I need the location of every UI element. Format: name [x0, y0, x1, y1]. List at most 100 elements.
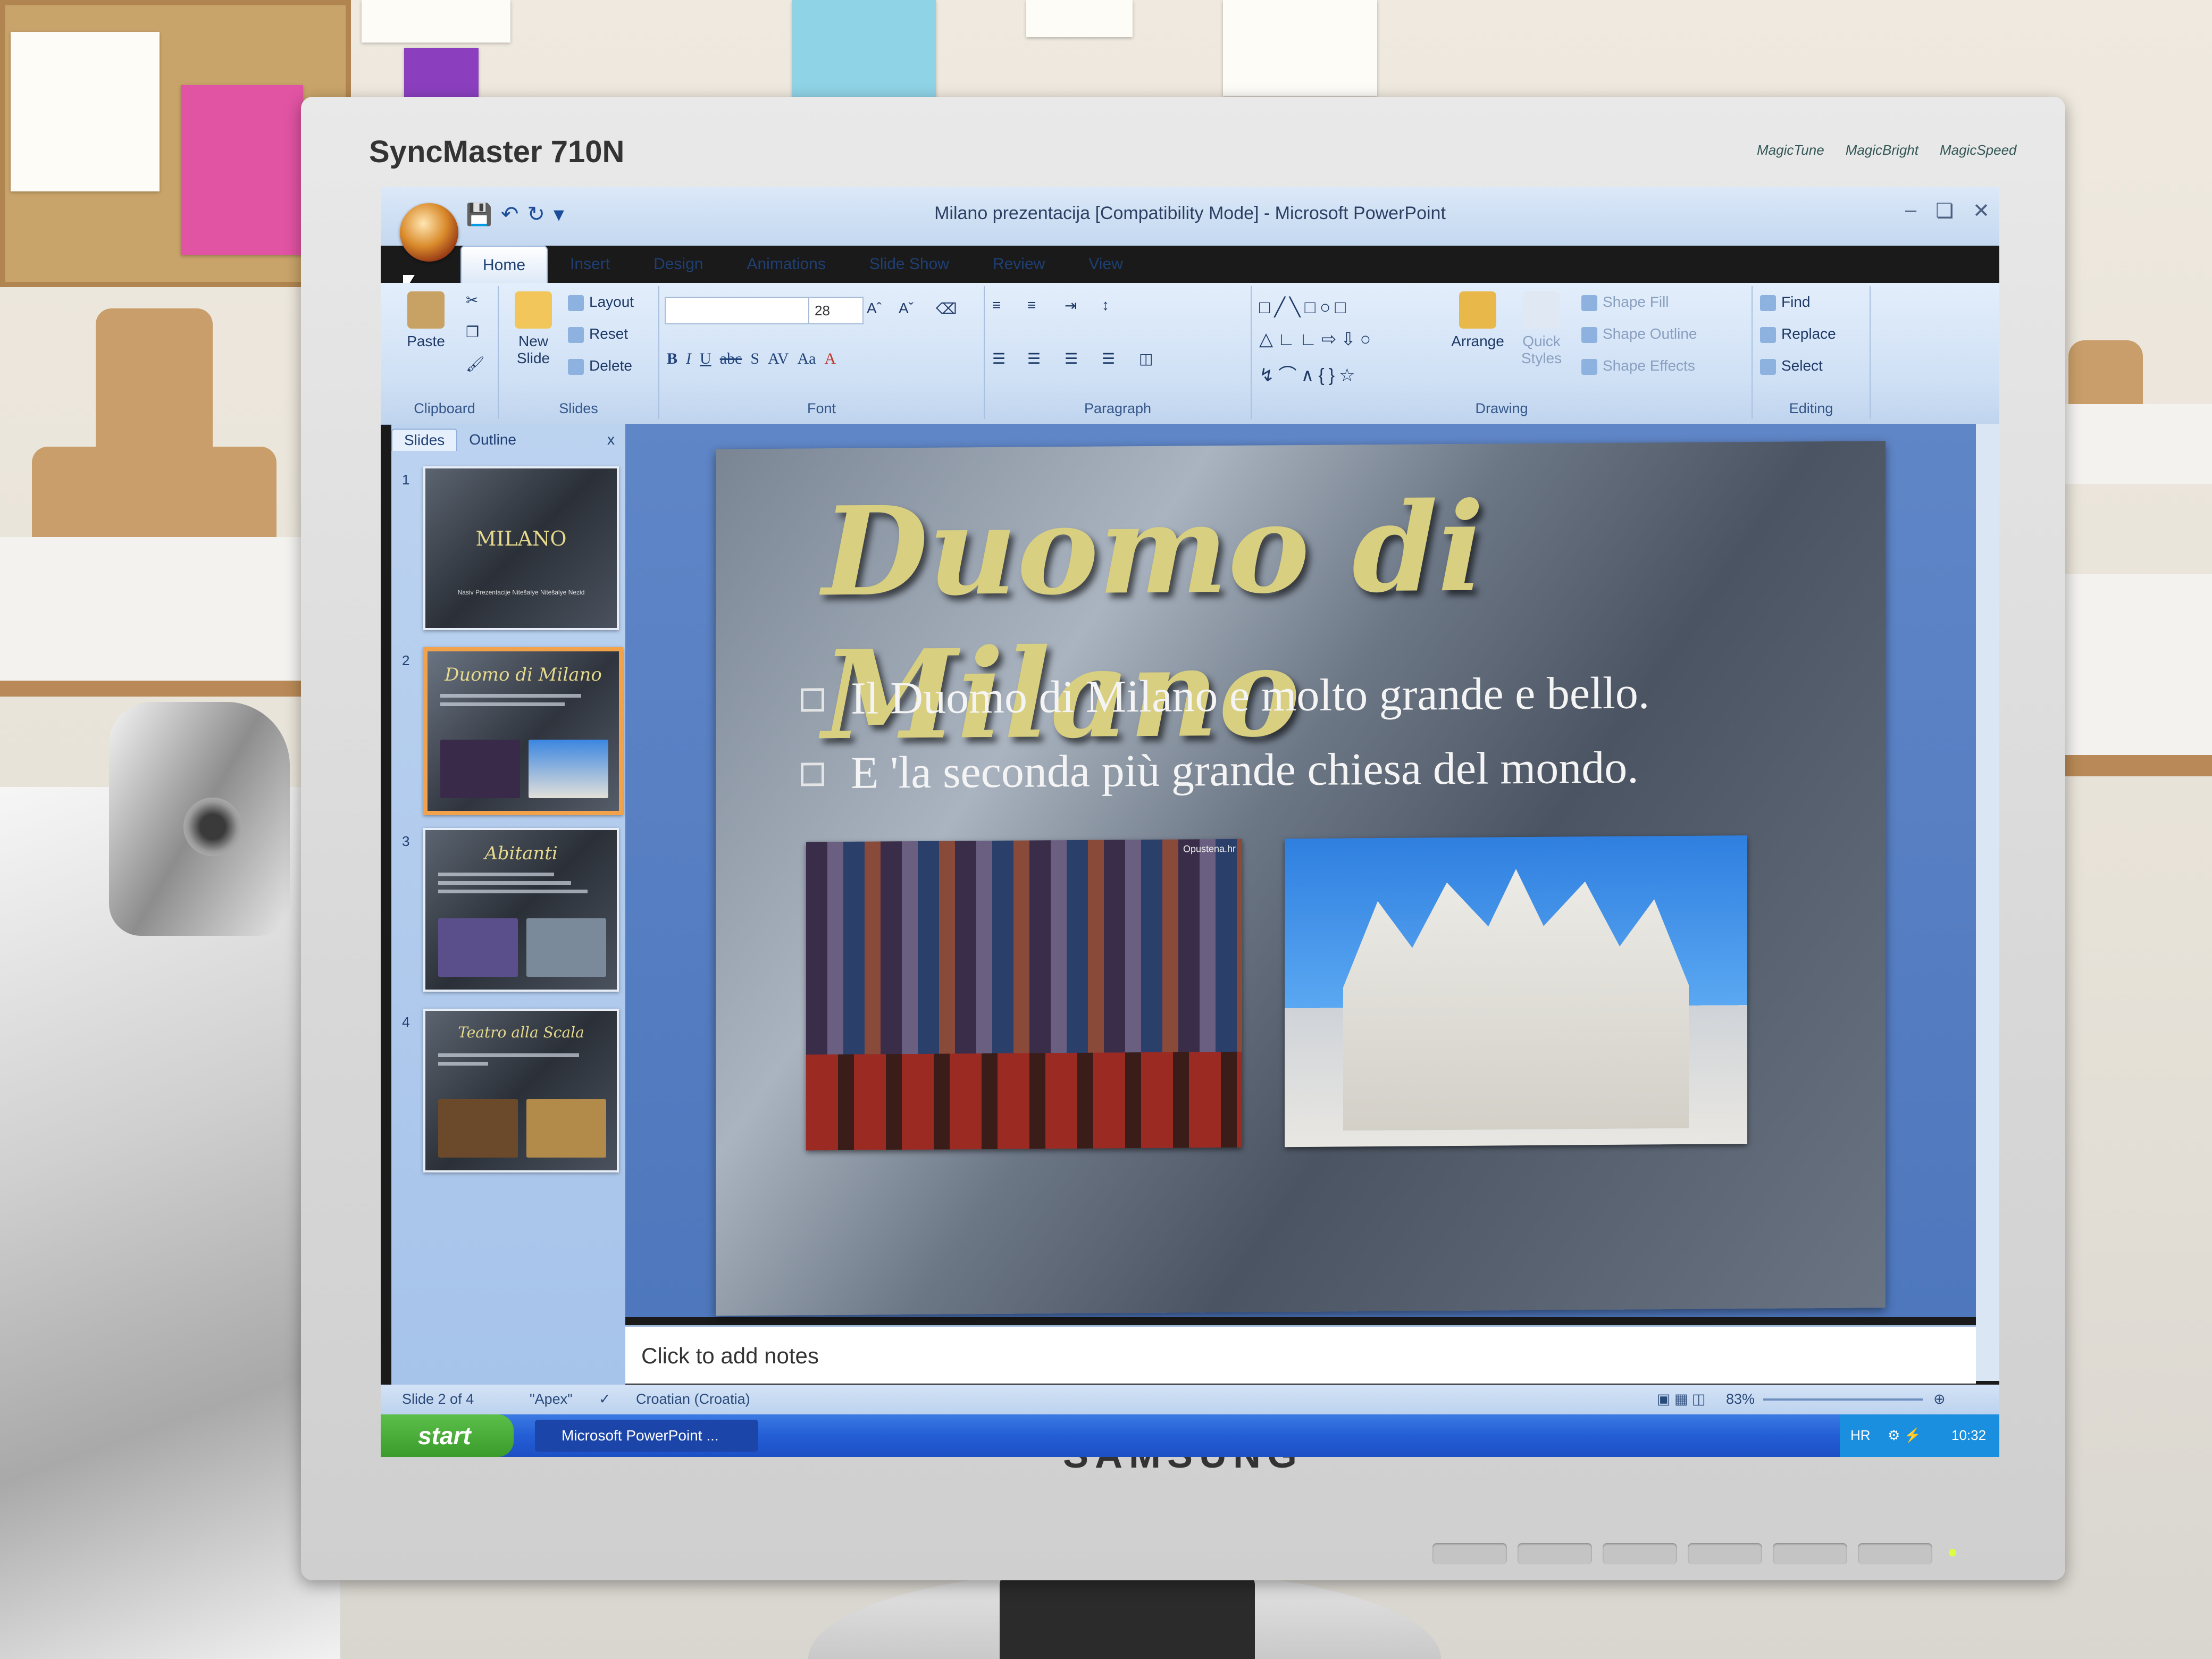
- slide-bullets[interactable]: Il Duomo di Milano e molto grande e bell…: [801, 666, 1649, 820]
- shapes-gallery[interactable]: □╱╲□○□: [1259, 297, 1350, 318]
- bullet-marker-icon: [801, 763, 824, 786]
- thumbnail-image: [438, 918, 518, 977]
- reset-button[interactable]: Reset: [568, 325, 628, 343]
- shadow-button[interactable]: S: [750, 350, 759, 368]
- format-painter-icon[interactable]: 🖌: [466, 355, 485, 373]
- shapes-gallery-row2[interactable]: △∟∟⇨⇩○: [1259, 329, 1375, 350]
- tab-slides[interactable]: Slides: [391, 429, 458, 451]
- find-button[interactable]: Find: [1760, 294, 1810, 311]
- close-pane-icon[interactable]: x: [607, 431, 615, 448]
- view-buttons[interactable]: ▣ ▦ ◫: [1657, 1391, 1706, 1407]
- notes-pane[interactable]: Click to add notes: [625, 1325, 1976, 1384]
- new-slide-button[interactable]: New Slide: [504, 291, 563, 367]
- font-name-input[interactable]: [665, 297, 810, 324]
- tab-design[interactable]: Design: [632, 246, 724, 283]
- arrange-label: Arrange: [1451, 333, 1504, 349]
- cut-icon[interactable]: ✂: [466, 291, 478, 309]
- monitor-button[interactable]: [1603, 1543, 1677, 1564]
- start-button[interactable]: start: [381, 1414, 514, 1457]
- tab-outline[interactable]: Outline: [457, 429, 528, 450]
- numbering-icon[interactable]: ≡: [1027, 297, 1036, 314]
- cathedral-shape: [1343, 868, 1689, 1131]
- arrange-button[interactable]: Arrange: [1448, 291, 1507, 350]
- language-indicator[interactable]: Croatian (Croatia): [636, 1391, 750, 1407]
- copy-icon[interactable]: ❐: [466, 323, 479, 341]
- grow-font-icon[interactable]: Aˆ: [867, 300, 882, 317]
- tab-slide-show[interactable]: Slide Show: [848, 246, 970, 283]
- delete-button[interactable]: Delete: [568, 357, 632, 375]
- tray-icons[interactable]: ⚙ ⚡: [1888, 1427, 1921, 1444]
- strikethrough-button[interactable]: abc: [720, 350, 742, 368]
- clear-formatting-icon[interactable]: ⌫: [936, 300, 957, 317]
- tab-review[interactable]: Review: [971, 246, 1066, 283]
- character-spacing-button[interactable]: AV: [768, 350, 789, 368]
- current-slide[interactable]: Duomo di Milano Il Duomo di Milano e mol…: [716, 441, 1886, 1316]
- zoom-slider[interactable]: [1763, 1398, 1923, 1401]
- duomo-facade-image[interactable]: [1285, 835, 1747, 1147]
- tab-view[interactable]: View: [1067, 246, 1144, 283]
- monitor-logos: MagicTune MagicBright MagicSpeed: [1757, 118, 2017, 182]
- align-left-icon[interactable]: ☰: [992, 350, 1006, 367]
- thumbnail-text-lines: [440, 694, 606, 711]
- monitor-button[interactable]: [1688, 1543, 1762, 1564]
- restore-icon[interactable]: ❏: [1936, 199, 1954, 223]
- indent-icon[interactable]: ⇥: [1065, 297, 1077, 314]
- shape-fill-button[interactable]: Shape Fill: [1581, 294, 1669, 311]
- language-tray[interactable]: HR: [1850, 1427, 1871, 1444]
- font-size-input[interactable]: 28: [808, 297, 864, 324]
- font-label: Font: [807, 400, 836, 416]
- spellcheck-icon[interactable]: ✓: [599, 1391, 611, 1407]
- underline-button[interactable]: U: [700, 350, 711, 368]
- vertical-scrollbar[interactable]: [1976, 424, 1999, 1381]
- monitor-button[interactable]: [1773, 1543, 1847, 1564]
- power-led: [1949, 1549, 1956, 1556]
- font-color-icon[interactable]: A: [824, 350, 836, 368]
- taskbar-item-powerpoint[interactable]: Microsoft PowerPoint ...: [535, 1420, 758, 1452]
- align-center-icon[interactable]: ☰: [1027, 350, 1041, 367]
- shapes-gallery-row3[interactable]: ↯⌒∧{}☆: [1259, 361, 1360, 387]
- tab-home[interactable]: Home: [460, 246, 548, 283]
- bold-button[interactable]: B: [667, 350, 677, 368]
- tab-insert[interactable]: Insert: [549, 246, 631, 283]
- duomo-interior-image[interactable]: Opustena.hr: [806, 839, 1242, 1151]
- new-slide-label: New Slide: [516, 333, 550, 366]
- zoom-in-icon[interactable]: ⊕: [1933, 1391, 1946, 1407]
- monitor-button[interactable]: [1518, 1543, 1592, 1564]
- slide-thumbnail-1[interactable]: 1 MILANO Nasiv Prezentacije Nitešalye Ni…: [402, 466, 619, 636]
- columns-icon[interactable]: ◫: [1139, 350, 1153, 367]
- thumbnail-frame: Duomo di Milano: [423, 647, 623, 815]
- shrink-font-icon[interactable]: Aˇ: [899, 300, 914, 317]
- layout-button[interactable]: Layout: [568, 294, 634, 311]
- slide-thumbnail-2[interactable]: 2 Duomo di Milano: [402, 647, 623, 817]
- pane-tabs: Slides Outline x: [391, 424, 625, 456]
- thumbnail-number: 3: [402, 833, 410, 849]
- align-right-icon[interactable]: ☰: [1065, 350, 1078, 367]
- replace-button[interactable]: Replace: [1760, 325, 1836, 343]
- tab-animations[interactable]: Animations: [725, 246, 847, 283]
- change-case-button[interactable]: Aa: [797, 350, 816, 368]
- monitor-button[interactable]: [1432, 1543, 1507, 1564]
- italic-button[interactable]: I: [686, 350, 691, 368]
- new-slide-icon: [515, 291, 552, 329]
- monitor-buttons[interactable]: [1432, 1543, 1932, 1564]
- minimize-icon[interactable]: –: [1905, 199, 1916, 223]
- thumbnail-image: [438, 1099, 518, 1158]
- status-bar: Slide 2 of 4 "Apex" ✓ Croatian (Croatia)…: [381, 1385, 1999, 1414]
- shape-outline-button[interactable]: Shape Outline: [1581, 325, 1697, 343]
- select-button[interactable]: Select: [1760, 357, 1823, 375]
- system-tray: HR ⚙ ⚡ 10:32: [1840, 1414, 1999, 1457]
- office-button[interactable]: [400, 203, 458, 262]
- group-editing: Find Replace Select Editing: [1753, 286, 1871, 419]
- quick-styles-button[interactable]: Quick Styles: [1512, 291, 1571, 367]
- slide-thumbnail-4[interactable]: 4 Teatro alla Scala: [402, 1009, 619, 1179]
- zoom-level[interactable]: 83%: [1726, 1391, 1755, 1407]
- paste-button[interactable]: Paste: [397, 291, 455, 350]
- justify-icon[interactable]: ☰: [1102, 350, 1115, 367]
- layout-label: Layout: [589, 294, 634, 310]
- close-icon[interactable]: ✕: [1973, 199, 1990, 223]
- line-spacing-icon[interactable]: ↕: [1102, 297, 1109, 314]
- shape-effects-button[interactable]: Shape Effects: [1581, 357, 1695, 375]
- monitor-button[interactable]: [1858, 1543, 1932, 1564]
- bullets-icon[interactable]: ≡: [992, 297, 1001, 314]
- slide-thumbnail-3[interactable]: 3 Abitanti: [402, 828, 619, 998]
